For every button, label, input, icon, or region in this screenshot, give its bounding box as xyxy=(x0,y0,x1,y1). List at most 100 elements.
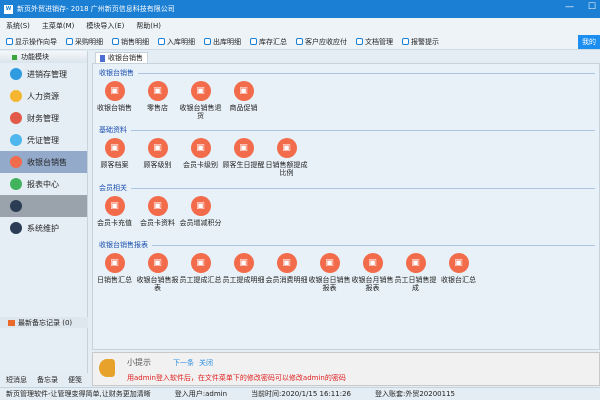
toolbar-item[interactable]: 销售明细 xyxy=(112,37,149,47)
section-title: 收银台销售报表 xyxy=(99,241,148,249)
tip-panel: 小提示 下一条 关闭 用admin登入软件后，在文件菜单下的修改密码可以修改ad… xyxy=(92,352,600,386)
toolbar-item[interactable]: 显示操作向导 xyxy=(6,37,57,47)
module-shortcut[interactable]: ▣ 零售店 xyxy=(136,81,179,120)
module-shortcut[interactable]: ▣ 会员卡充值 xyxy=(93,196,136,227)
module-shortcut[interactable]: ▣ 收银台月销售报表 xyxy=(351,253,394,292)
tab-cashier-sales[interactable]: 收银台销售 xyxy=(95,52,148,63)
checkbox-icon xyxy=(6,38,13,45)
shortcut-icon: ▣ xyxy=(233,138,254,158)
divider xyxy=(138,72,595,74)
section-title: 基础资料 xyxy=(99,126,127,134)
module-shortcut[interactable]: ▣ 会员增减积分 xyxy=(179,196,222,227)
module-shortcut[interactable]: ▣ 员工日销售提成 xyxy=(394,253,437,292)
module-shortcut[interactable]: ▣ 收银台销售退货 xyxy=(179,81,222,120)
shortcut-label: 收银台汇总 xyxy=(441,276,476,284)
toolbar-item[interactable]: 采购明细 xyxy=(66,37,103,47)
menu-system[interactable]: 系统(S) xyxy=(6,21,30,31)
toolbar-item[interactable]: 出库明细 xyxy=(204,37,241,47)
maximize-button[interactable]: ☐ xyxy=(588,2,596,12)
module-shortcut[interactable]: ▣ 顾客档案 xyxy=(93,138,136,177)
sidebar-item[interactable] xyxy=(0,195,87,217)
tab-notes[interactable]: 便笺 xyxy=(68,375,82,385)
module-shortcut[interactable]: ▣ 日销售汇总 xyxy=(93,253,136,292)
module-shortcut[interactable]: ▣ 收银台销售 xyxy=(93,81,136,120)
minimize-button[interactable]: — xyxy=(565,2,574,12)
memo-records-header[interactable]: 最新备忘记录 (0) xyxy=(0,317,88,328)
shortcut-label: 会员卡充值 xyxy=(97,219,132,227)
checkbox-icon xyxy=(356,38,363,45)
sidebar: 功能模块 进销存管理 人力资源 财务管理 凭证管理 收银台销售报表中心系统维护 最新备忘… xyxy=(0,51,88,384)
module-shortcut[interactable]: ▣ 顾客生日提醒 xyxy=(222,138,265,177)
toolbar-item[interactable]: 库存汇总 xyxy=(250,37,287,47)
shortcut-label: 员工提成汇总 xyxy=(179,276,222,284)
shortcut-icon: ▣ xyxy=(190,81,211,101)
checkbox-icon xyxy=(112,38,119,45)
memo-icon xyxy=(8,319,15,326)
shortcut-icon: ▣ xyxy=(104,196,125,216)
sidebar-item[interactable]: 进销存管理 xyxy=(0,63,87,85)
sidebar-item[interactable]: 系统维护 xyxy=(0,217,87,239)
checkbox-icon xyxy=(250,38,257,45)
module-shortcut[interactable]: ▣ 员工提成汇总 xyxy=(179,253,222,292)
module-shortcut[interactable]: ▣ 会员卡级别 xyxy=(179,138,222,177)
sidebar-item[interactable]: 财务管理 xyxy=(0,107,87,129)
menu-module-import[interactable]: 模块导入(E) xyxy=(86,21,124,31)
module-icon xyxy=(10,112,22,124)
next-tip-link[interactable]: 下一条 xyxy=(173,358,194,368)
checkbox-icon xyxy=(158,38,165,45)
shortcut-label: 员工日销售提成 xyxy=(394,276,437,292)
sidebar-item[interactable]: 人力资源 xyxy=(0,85,87,107)
module-shortcut[interactable]: ▣ 会员消费明细 xyxy=(265,253,308,292)
checkbox-icon xyxy=(296,38,303,45)
module-shortcut[interactable]: ▣ 顾客级别 xyxy=(136,138,179,177)
section-header: 收银台销售 xyxy=(99,68,595,78)
shortcut-icon: ▣ xyxy=(233,253,254,273)
shortcut-label: 商品促销 xyxy=(229,104,258,112)
module-icon xyxy=(12,54,17,60)
section-header: 收银台销售报表 xyxy=(99,240,595,250)
memo-label: 最新备忘记录 (0) xyxy=(18,318,73,327)
shortcut-icon: ▣ xyxy=(405,253,426,273)
module-icon xyxy=(10,156,22,168)
sidebar-item[interactable]: 报表中心 xyxy=(0,173,87,195)
checkbox-icon xyxy=(66,38,73,45)
toolbar-item-label: 显示操作向导 xyxy=(15,37,57,46)
menu-help[interactable]: 帮助(H) xyxy=(136,21,161,31)
toolbar-item[interactable]: 报警提示 xyxy=(402,37,439,47)
checkbox-icon xyxy=(204,38,211,45)
shortcut-icon: ▣ xyxy=(319,253,340,273)
module-shortcut[interactable]: ▣ 收银台销售报表 xyxy=(136,253,179,292)
sidebar-item[interactable]: 凭证管理 xyxy=(0,129,87,151)
toolbar-item-label: 入库明细 xyxy=(167,37,195,46)
menu-main[interactable]: 主菜单(M) xyxy=(42,21,75,31)
module-shortcut[interactable]: ▣ 会员卡资料 xyxy=(136,196,179,227)
sidebar-item-label: 报表中心 xyxy=(27,179,59,189)
checkbox-icon xyxy=(402,38,409,45)
toolbar-item[interactable]: 入库明细 xyxy=(158,37,195,47)
mine-button[interactable]: 我的 xyxy=(578,35,600,49)
section-header: 基础资料 xyxy=(99,125,595,135)
toolbar-item[interactable]: 客户应收应付 xyxy=(296,37,347,47)
toolbar-item[interactable]: 文档管理 xyxy=(356,37,393,47)
shortcut-icon: ▣ xyxy=(147,138,168,158)
shortcut-icon: ▣ xyxy=(190,253,211,273)
menu-bar: 系统(S) 主菜单(M) 模块导入(E) 帮助(H) xyxy=(0,18,600,34)
divider xyxy=(152,244,595,246)
tab-short-message[interactable]: 短消息 xyxy=(6,375,27,385)
close-tip-link[interactable]: 关闭 xyxy=(199,358,213,368)
shortcut-icon: ▣ xyxy=(233,81,254,101)
sidebar-item[interactable]: 收银台销售 xyxy=(0,151,87,173)
toolbar-item-label: 采购明细 xyxy=(75,37,103,46)
shortcut-icon: ▣ xyxy=(362,253,383,273)
status-slogan: 新页管理软件-让管理变得简单,让财务更加清晰 xyxy=(6,390,151,398)
module-shortcut[interactable]: ▣ 日销售额提成比例 xyxy=(265,138,308,177)
sidebar-header: 功能模块 xyxy=(0,51,87,63)
tip-title: 小提示 xyxy=(127,358,151,367)
module-shortcut[interactable]: ▣ 商品促销 xyxy=(222,81,265,120)
module-shortcut[interactable]: ▣ 收银台日销售报表 xyxy=(308,253,351,292)
module-shortcut[interactable]: ▣ 员工提成明细 xyxy=(222,253,265,292)
tab-memo[interactable]: 备忘录 xyxy=(37,375,58,385)
module-shortcut[interactable]: ▣ 收银台汇总 xyxy=(437,253,480,292)
shortcut-label: 顾客级别 xyxy=(143,161,172,169)
shortcut-label: 收银台销售报表 xyxy=(136,276,179,292)
